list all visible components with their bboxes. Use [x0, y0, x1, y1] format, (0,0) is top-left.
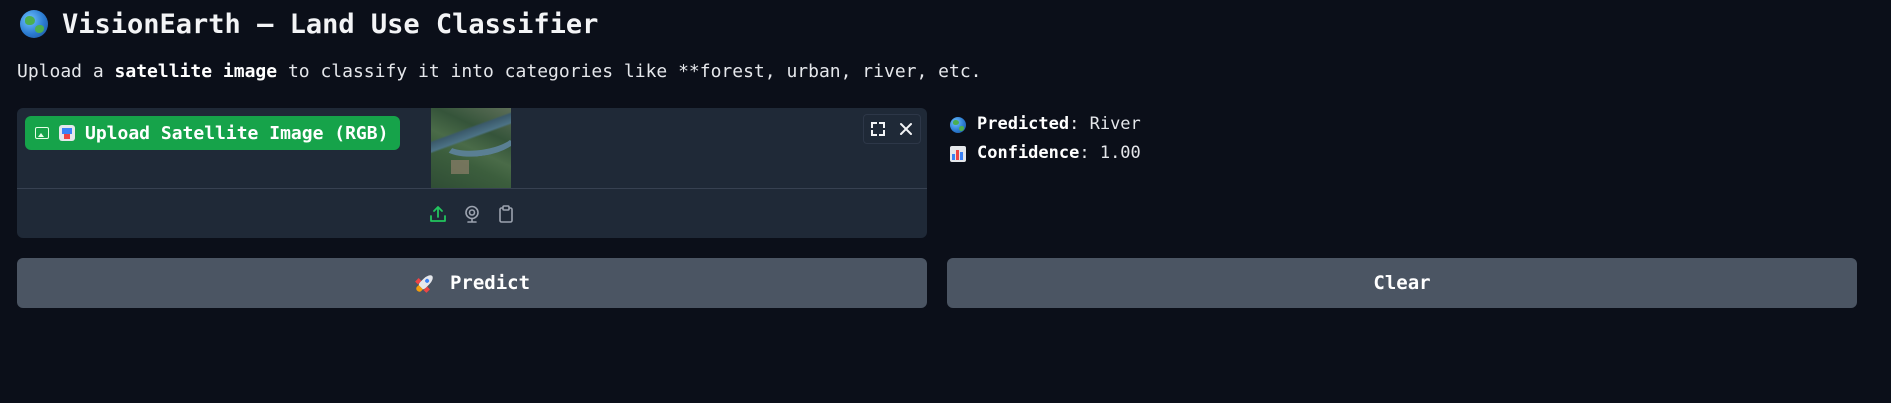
rocket-icon: [409, 267, 440, 298]
close-icon: [900, 123, 912, 135]
upload-label-text: Upload Satellite Image (RGB): [85, 122, 389, 144]
confidence-row: Confidence: 1.00: [950, 139, 1141, 168]
app-page: VisionEarth — Land Use Classifier Upload…: [0, 0, 1891, 403]
source-selector: [17, 189, 927, 238]
upload-label-badge: Upload Satellite Image (RGB): [25, 116, 401, 150]
image-controls: [863, 114, 921, 144]
fullscreen-icon: [871, 122, 885, 136]
predict-button-label: Predict: [449, 272, 531, 294]
satellite-icon: [59, 125, 75, 141]
clipboard-source-button[interactable]: [496, 204, 516, 224]
webcam-icon: [465, 205, 479, 223]
webcam-source-button[interactable]: [462, 204, 482, 224]
page-description: Upload a satellite image to classify it …: [17, 61, 982, 82]
description-prefix: Upload a: [17, 61, 115, 82]
page-title-text: VisionEarth — Land Use Classifier: [62, 8, 599, 40]
globe-icon: [950, 116, 966, 133]
image-upload-area[interactable]: Upload Satellite Image (RGB): [17, 108, 927, 238]
clear-button-label: Clear: [1373, 272, 1431, 294]
description-bold: satellite image: [114, 61, 278, 82]
confidence-value: : 1.00: [1079, 143, 1141, 163]
predicted-label: Predicted: [977, 114, 1070, 134]
prediction-result: Predicted: River Confidence: 1.00: [950, 110, 1141, 168]
satellite-image-preview: [431, 108, 511, 188]
description-suffix: to classify it into categories like **fo…: [277, 61, 982, 82]
bar-chart-icon: [950, 145, 966, 162]
confidence-label: Confidence: [977, 143, 1080, 163]
upload-icon: [430, 205, 446, 222]
clear-image-button[interactable]: [892, 115, 920, 143]
fullscreen-button[interactable]: [864, 115, 892, 143]
predicted-row: Predicted: River: [950, 110, 1141, 139]
page-title: VisionEarth — Land Use Classifier: [20, 4, 598, 44]
predicted-value: : River: [1069, 114, 1141, 134]
upload-source-button[interactable]: [428, 204, 448, 224]
clipboard-icon: [499, 204, 513, 223]
predict-button[interactable]: Predict: [17, 258, 927, 308]
clear-button[interactable]: Clear: [947, 258, 1857, 308]
image-icon: [35, 127, 49, 139]
globe-icon: [20, 10, 48, 38]
